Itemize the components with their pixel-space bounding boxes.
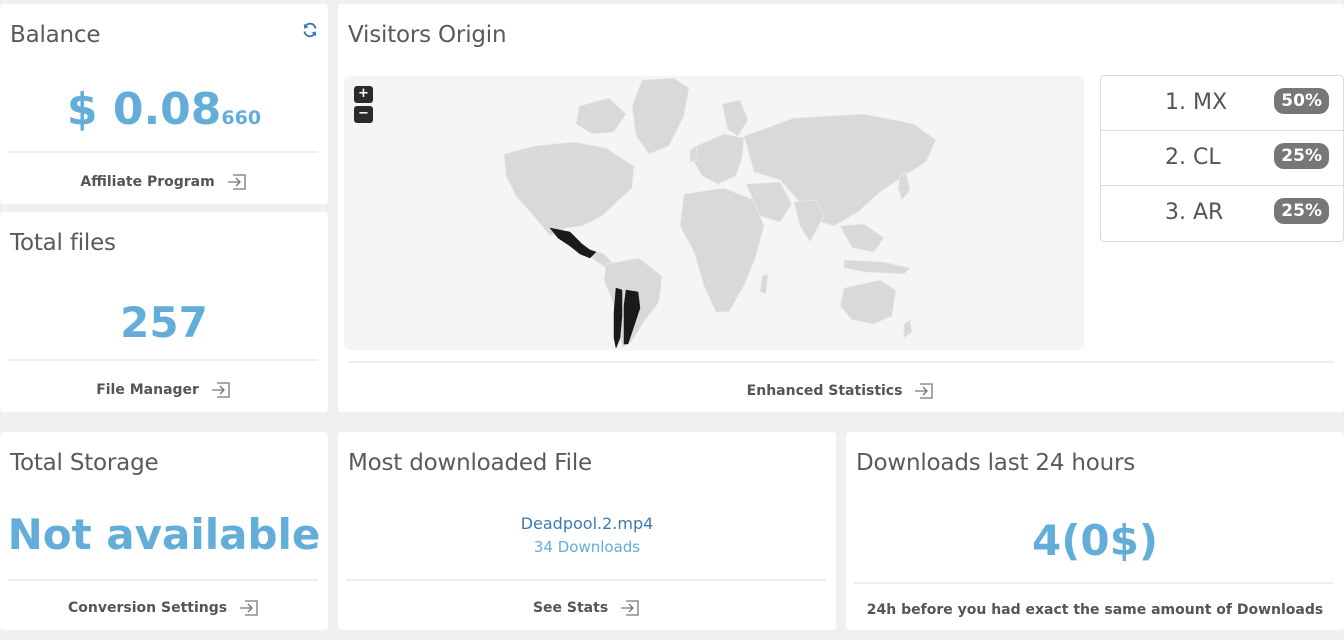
see-stats-label[interactable]: See Stats [533,600,608,616]
total-files-title: Total files [10,230,116,256]
see-stats-link[interactable]: See Stats [338,598,836,618]
divider [854,582,1334,584]
map-indonesia [843,259,911,275]
map-india [793,199,825,243]
map-north-america [503,141,635,237]
most-downloaded-count: 34 Downloads [533,538,641,556]
most-downloaded-title: Most downloaded File [348,450,592,476]
file-manager-link[interactable]: File Manager [0,380,328,400]
conversion-settings-label[interactable]: Conversion Settings [68,600,227,616]
map-scandinavia [721,99,749,137]
map-new-zealand [903,319,913,339]
total-storage-value: Not available [7,510,321,559]
ranking-percent-badge: 50% [1274,88,1329,114]
balance-title: Balance [10,22,101,48]
ranking-row: 1. MX 50% [1101,76,1343,131]
map-southeast-asia [839,223,885,253]
world-map[interactable]: + − [344,76,1084,350]
map-greenland [631,77,690,155]
map-madagascar [759,273,769,295]
total-storage-title: Total Storage [10,450,159,476]
enhanced-statistics-label[interactable]: Enhanced Statistics [747,383,903,399]
map-europe [693,133,745,185]
ranking-country: 1. MX [1165,90,1228,115]
zoom-in-button[interactable]: + [354,86,373,103]
conversion-settings-link[interactable]: Conversion Settings [0,598,328,618]
downloads-24h-card: Downloads last 24 hours 4(0$) 24h before… [846,432,1344,630]
total-storage-card: Total Storage Not available Conversion S… [0,432,328,630]
downloads-24h-comparison: 24h before you had exact the same amount… [866,602,1324,618]
enter-icon[interactable] [226,172,248,192]
visitors-origin-title: Visitors Origin [348,22,507,48]
map-mexico-highlight [549,227,597,259]
ranking-row: 2. CL 25% [1101,131,1343,186]
country-ranking: 1. MX 50% 2. CL 25% 3. AR 25% [1100,75,1344,242]
divider [346,579,826,581]
divider [8,359,318,361]
enter-icon[interactable] [619,598,641,618]
enhanced-statistics-link[interactable]: Enhanced Statistics [338,381,1344,401]
zoom-out-button[interactable]: − [354,106,373,123]
total-files-card: Total files 257 File Manager [0,212,328,412]
balance-amount-main: $ 0.08 [66,84,222,135]
balance-card: Balance $ 0.08660 Affiliate Program [0,4,328,204]
map-japan [897,171,911,201]
map-arctic-islands [575,97,627,135]
ranking-country: 2. CL [1165,145,1221,170]
affiliate-program-label[interactable]: Affiliate Program [80,174,214,190]
downloads-24h-value: 4(0$) [1031,516,1159,565]
file-manager-label[interactable]: File Manager [96,382,199,398]
ranking-country: 3. AR [1165,200,1224,225]
visitors-origin-card: Visitors Origin + − 1. MX 50% 2. CL 25% … [338,4,1344,412]
most-downloaded-card: Most downloaded File Deadpool.2.mp4 34 D… [338,432,836,630]
downloads-24h-title: Downloads last 24 hours [856,450,1136,476]
divider [8,151,318,153]
enter-icon[interactable] [913,381,935,401]
divider [348,361,1334,363]
affiliate-program-link[interactable]: Affiliate Program [0,172,328,192]
map-africa [679,187,765,313]
map-australia [839,279,897,325]
balance-amount: $ 0.08660 [0,84,328,135]
balance-amount-sub: 660 [221,107,262,129]
total-files-value: 257 [120,298,208,347]
most-downloaded-file-link[interactable]: Deadpool.2.mp4 [338,514,836,533]
refresh-icon[interactable] [302,22,318,38]
world-map-svg [503,77,937,349]
divider [8,579,318,581]
ranking-row: 3. AR 25% [1101,186,1343,241]
ranking-percent-badge: 25% [1274,143,1329,169]
ranking-percent-badge: 25% [1274,198,1329,224]
enter-icon[interactable] [238,598,260,618]
enter-icon[interactable] [210,380,232,400]
